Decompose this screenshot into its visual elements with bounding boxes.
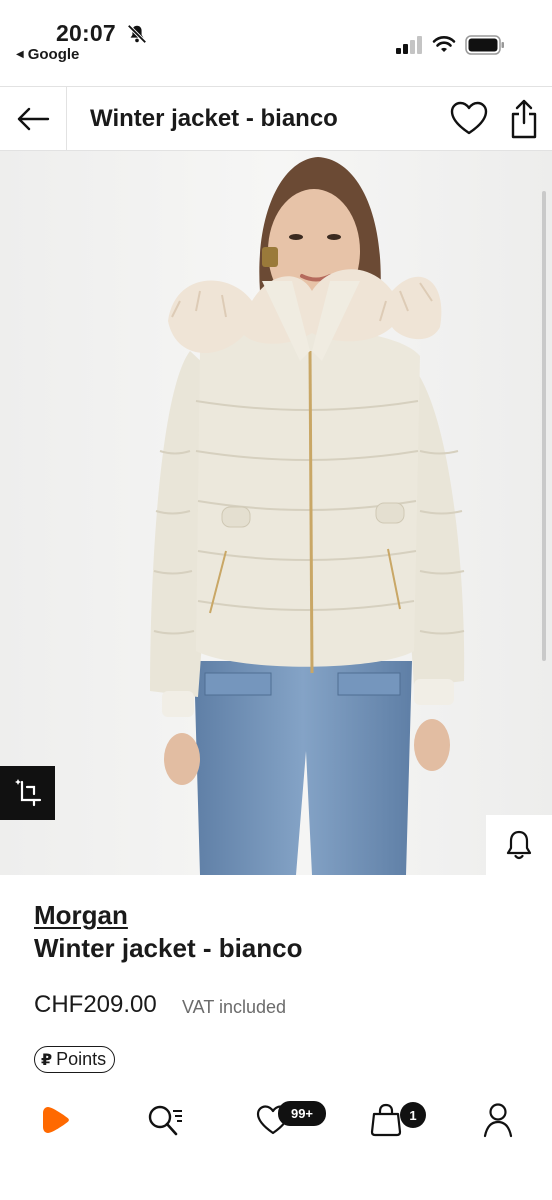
battery-icon [465, 35, 504, 55]
user-icon [483, 1103, 513, 1138]
add-to-wishlist-heart-icon[interactable] [450, 101, 488, 137]
bag-icon [370, 1103, 402, 1137]
product-name: Winter jacket - bianco [34, 933, 303, 963]
bag-count-badge: 1 [400, 1102, 426, 1128]
tab-account[interactable] [472, 1090, 524, 1150]
wifi-icon [432, 36, 456, 52]
image-search-icon [14, 779, 41, 807]
status-bar: 20:07 ◀ Google [0, 0, 552, 86]
points-badge[interactable]: ₽ Points [34, 1046, 116, 1073]
search-icon [148, 1105, 182, 1136]
brand-link[interactable]: Morgan [34, 900, 128, 931]
bottom-tab-bar: 99+ 1 [0, 1090, 552, 1150]
tab-home[interactable] [30, 1090, 82, 1150]
zalando-logo-icon [43, 1107, 69, 1133]
image-search-button[interactable] [0, 766, 55, 820]
back-to-app-link[interactable]: ◀ Google [16, 46, 79, 63]
points-icon: ₽ [41, 1051, 53, 1069]
product-image[interactable] [0, 151, 552, 875]
status-time: 20:07 [56, 20, 116, 46]
arrow-left-icon [17, 107, 50, 131]
image-scroll-indicator [542, 191, 546, 661]
tab-wishlist[interactable]: 99+ [252, 1090, 332, 1150]
page-title: Winter jacket - bianco [90, 105, 338, 132]
share-icon[interactable] [508, 99, 540, 139]
model-wearing-jacket-illustration [0, 151, 552, 875]
vat-note: VAT included [182, 997, 287, 1017]
tab-search[interactable] [140, 1090, 192, 1150]
price: CHF209.00 [34, 991, 157, 1018]
price-alert-button[interactable] [486, 815, 552, 875]
back-button[interactable] [0, 87, 67, 151]
tab-bag[interactable]: 1 [364, 1090, 434, 1150]
wishlist-count-badge: 99+ [278, 1101, 326, 1126]
points-label: Points [56, 1049, 107, 1069]
bell-off-icon [127, 24, 147, 44]
back-app-label: Google [27, 46, 80, 63]
product-header: Winter jacket - bianco [0, 86, 552, 151]
bell-icon [506, 830, 532, 860]
cellular-signal-icon [396, 36, 422, 54]
back-triangle-icon: ◀ [16, 49, 24, 60]
